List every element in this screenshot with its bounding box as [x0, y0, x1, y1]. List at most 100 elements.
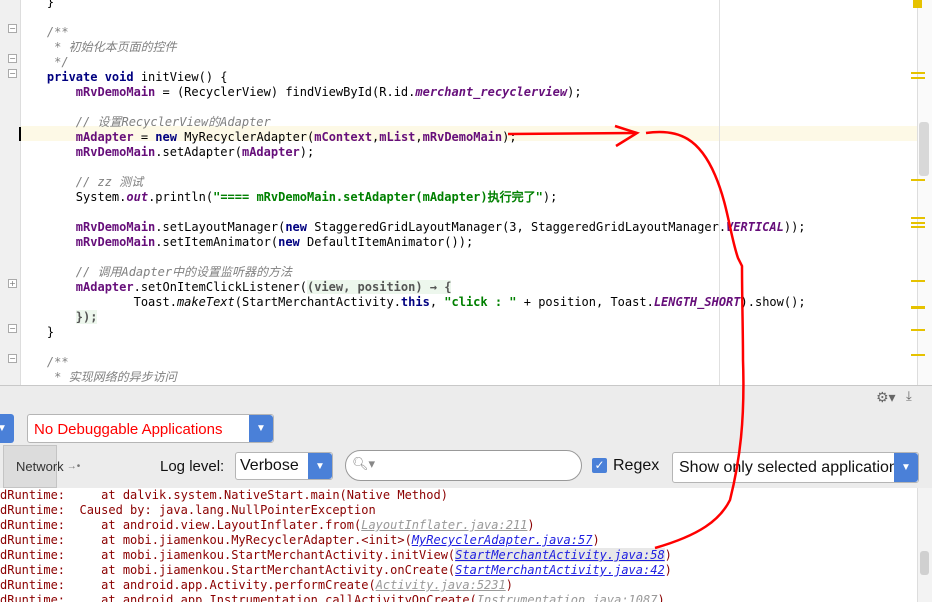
tab-label: Network — [16, 459, 64, 474]
scrollbar-thumb[interactable] — [920, 551, 929, 575]
warning-marker[interactable] — [911, 77, 925, 79]
editor-scrollbar[interactable] — [917, 0, 932, 385]
code-line: private void initView() { — [18, 70, 806, 85]
warning-marker[interactable] — [911, 217, 925, 219]
code-token: initView() { — [133, 70, 228, 84]
code-token: dRuntime: at android.app.Instrumentation… — [0, 593, 477, 602]
code-token: ) — [505, 578, 513, 592]
filter-select[interactable]: Show only selected application ▼ — [672, 452, 919, 483]
log-line: dRuntime: at android.view.LayoutInflater… — [0, 518, 917, 533]
warning-marker[interactable] — [911, 354, 925, 356]
code-token: } — [18, 0, 55, 9]
code-token: LENGTH_SHORT — [653, 295, 741, 309]
fold-icon[interactable]: − — [8, 354, 17, 363]
search-icon[interactable]: 🔍︎▾ — [352, 457, 375, 472]
log-level-select[interactable]: Verbose ▼ — [235, 452, 333, 480]
log-line: dRuntime: at android.app.Instrumentation… — [0, 593, 917, 602]
gear-icon[interactable]: ⚙▾ — [876, 390, 896, 406]
warning-marker[interactable] — [911, 222, 925, 224]
fold-icon[interactable]: − — [8, 54, 17, 63]
log-level-value: Verbose — [240, 457, 299, 474]
detach-icon[interactable]: →• — [67, 461, 81, 472]
stack-trace-link[interactable]: StartMerchantActivity.java:58 — [455, 548, 665, 562]
pin-down-icon[interactable]: ⤓ — [906, 389, 912, 404]
code-token: mList — [379, 130, 416, 144]
code-token: mRvDemoMain — [75, 235, 156, 249]
code-token: mAdapter — [75, 280, 134, 294]
fold-icon[interactable]: − — [8, 24, 17, 33]
code-token: }); — [75, 310, 98, 324]
code-token: merchant_recyclerview — [415, 85, 568, 99]
logcat-toolbar: Network →• Log level: Verbose ▼ 🔍︎▾ ✓ Re… — [0, 445, 932, 489]
code-token: "==== mRvDemoMain.setAdapter(mAdapter)执行… — [213, 190, 543, 204]
code-token: (view, position) → { — [306, 280, 452, 294]
code-token: dRuntime: at android.app.Activity.perfor… — [0, 578, 376, 592]
device-select[interactable]: ▼ — [0, 414, 14, 443]
code-token: .println( — [148, 190, 214, 204]
warning-marker[interactable] — [911, 329, 925, 331]
scrollbar-thumb[interactable] — [919, 122, 929, 176]
code-line: // 调用Adapter中的设置监听器的方法 — [18, 265, 806, 280]
code-line: mAdapter.setOnItemClickListener((view, p… — [18, 280, 806, 295]
code-token: Toast. — [18, 295, 177, 309]
log-scrollbar[interactable] — [917, 488, 932, 602]
stack-trace-link[interactable]: Activity.java:5231 — [376, 578, 506, 592]
warning-marker[interactable] — [911, 306, 925, 309]
code-token: = — [133, 130, 156, 144]
stack-trace-link[interactable]: StartMerchantActivity.java:42 — [455, 563, 665, 577]
warning-marker[interactable] — [911, 280, 925, 282]
code-token: , — [415, 130, 423, 144]
code-editor[interactable]: − − − + − − } /** * 初始化本页面的控件 */ private… — [0, 0, 932, 385]
code-line: System.out.println("==== mRvDemoMain.set… — [18, 190, 806, 205]
chevron-down-icon: ▼ — [249, 415, 273, 442]
code-token: ) — [592, 533, 600, 547]
code-line: mRvDemoMain.setItemAnimator(new DefaultI… — [18, 235, 806, 250]
warning-marker[interactable] — [911, 179, 925, 181]
code-line: /** — [18, 25, 806, 40]
code-token: ).show(); — [740, 295, 806, 309]
code-token: out — [126, 190, 149, 204]
code-token: mAdapter — [241, 145, 300, 159]
fold-icon[interactable]: − — [8, 69, 17, 78]
expand-fold-icon[interactable]: + — [8, 279, 17, 288]
stack-trace-link[interactable]: MyRecyclerAdapter.java:57 — [412, 533, 593, 547]
stack-trace-link[interactable]: LayoutInflater.java:211 — [361, 518, 527, 532]
code-line: // 设置RecyclerView的Adapter — [18, 115, 806, 130]
code-content[interactable]: } /** * 初始化本页面的控件 */ private void initVi… — [18, 0, 806, 385]
code-token: new — [278, 235, 300, 249]
code-token: dRuntime: at dalvik.system.NativeStart.m… — [0, 488, 448, 502]
code-token: makeText — [176, 295, 235, 309]
code-token: // 设置RecyclerView的Adapter — [18, 115, 271, 129]
log-line: dRuntime: at dalvik.system.NativeStart.m… — [0, 488, 917, 503]
logcat-output[interactable]: dRuntime: at dalvik.system.NativeStart.m… — [0, 488, 917, 602]
code-token: mContext — [314, 130, 373, 144]
warning-marker[interactable] — [911, 72, 925, 74]
tab-network[interactable]: Network →• — [3, 445, 80, 488]
search-input[interactable]: 🔍︎▾ — [345, 450, 582, 481]
stack-trace-link[interactable]: Instrumentation.java:1087 — [477, 593, 658, 602]
log-line: dRuntime: Caused by: java.lang.NullPoint… — [0, 503, 917, 518]
code-token: ) — [664, 548, 672, 562]
code-token: dRuntime: at mobi.jiamenkou.StartMerchan… — [0, 563, 456, 577]
code-line: /** — [18, 355, 806, 370]
code-token: StaggeredGridLayoutManager(3, StaggeredG… — [307, 220, 727, 234]
code-token: mRvDemoMain — [75, 85, 156, 99]
code-token: "click : " — [444, 295, 517, 309]
warning-marker[interactable] — [913, 0, 922, 8]
warning-marker[interactable] — [911, 226, 925, 228]
regex-checkbox[interactable]: ✓ — [592, 458, 607, 473]
code-token: this — [400, 295, 430, 309]
code-line: */ — [18, 55, 806, 70]
code-token: , — [429, 295, 445, 309]
app-select[interactable]: No Debuggable Applications ▼ — [27, 414, 274, 443]
fold-icon[interactable]: − — [8, 324, 17, 333]
code-token: ) — [657, 593, 665, 602]
code-token: .setLayoutManager( — [155, 220, 286, 234]
code-token: dRuntime: at mobi.jiamenkou.MyRecyclerAd… — [0, 533, 412, 547]
